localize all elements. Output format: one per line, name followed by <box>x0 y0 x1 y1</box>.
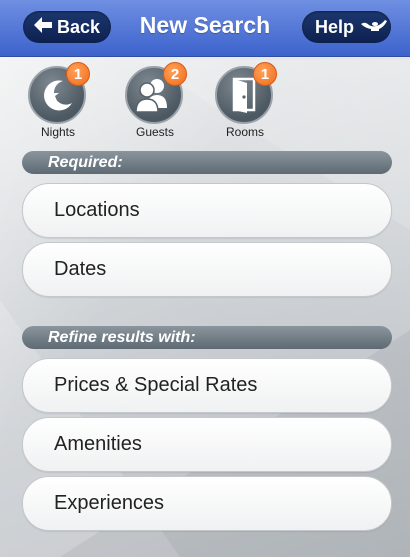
rooms-count-badge: 1 <box>253 62 277 86</box>
prices-special-rates-row[interactable]: Prices & Special Rates <box>22 358 392 413</box>
help-button[interactable]: Help <box>302 11 391 43</box>
refine-section-header: Refine results with: <box>22 326 392 349</box>
help-button-label: Help <box>315 16 355 37</box>
nights-count-badge: 1 <box>66 62 90 86</box>
guests-label: Guests <box>135 125 174 139</box>
amenities-row[interactable]: Amenities <box>22 417 392 472</box>
required-section-header: Required: <box>22 151 392 174</box>
genie-lamp-icon <box>359 17 389 38</box>
experiences-row[interactable]: Experiences <box>22 476 392 531</box>
dates-row[interactable]: Dates <box>22 242 392 297</box>
rooms-label: Rooms <box>225 125 264 139</box>
nights-label: Nights <box>40 125 75 139</box>
locations-row[interactable]: Locations <box>22 183 392 238</box>
top-nav-bar: Back New Search Help <box>0 0 410 57</box>
guests-count-badge: 2 <box>163 62 187 86</box>
